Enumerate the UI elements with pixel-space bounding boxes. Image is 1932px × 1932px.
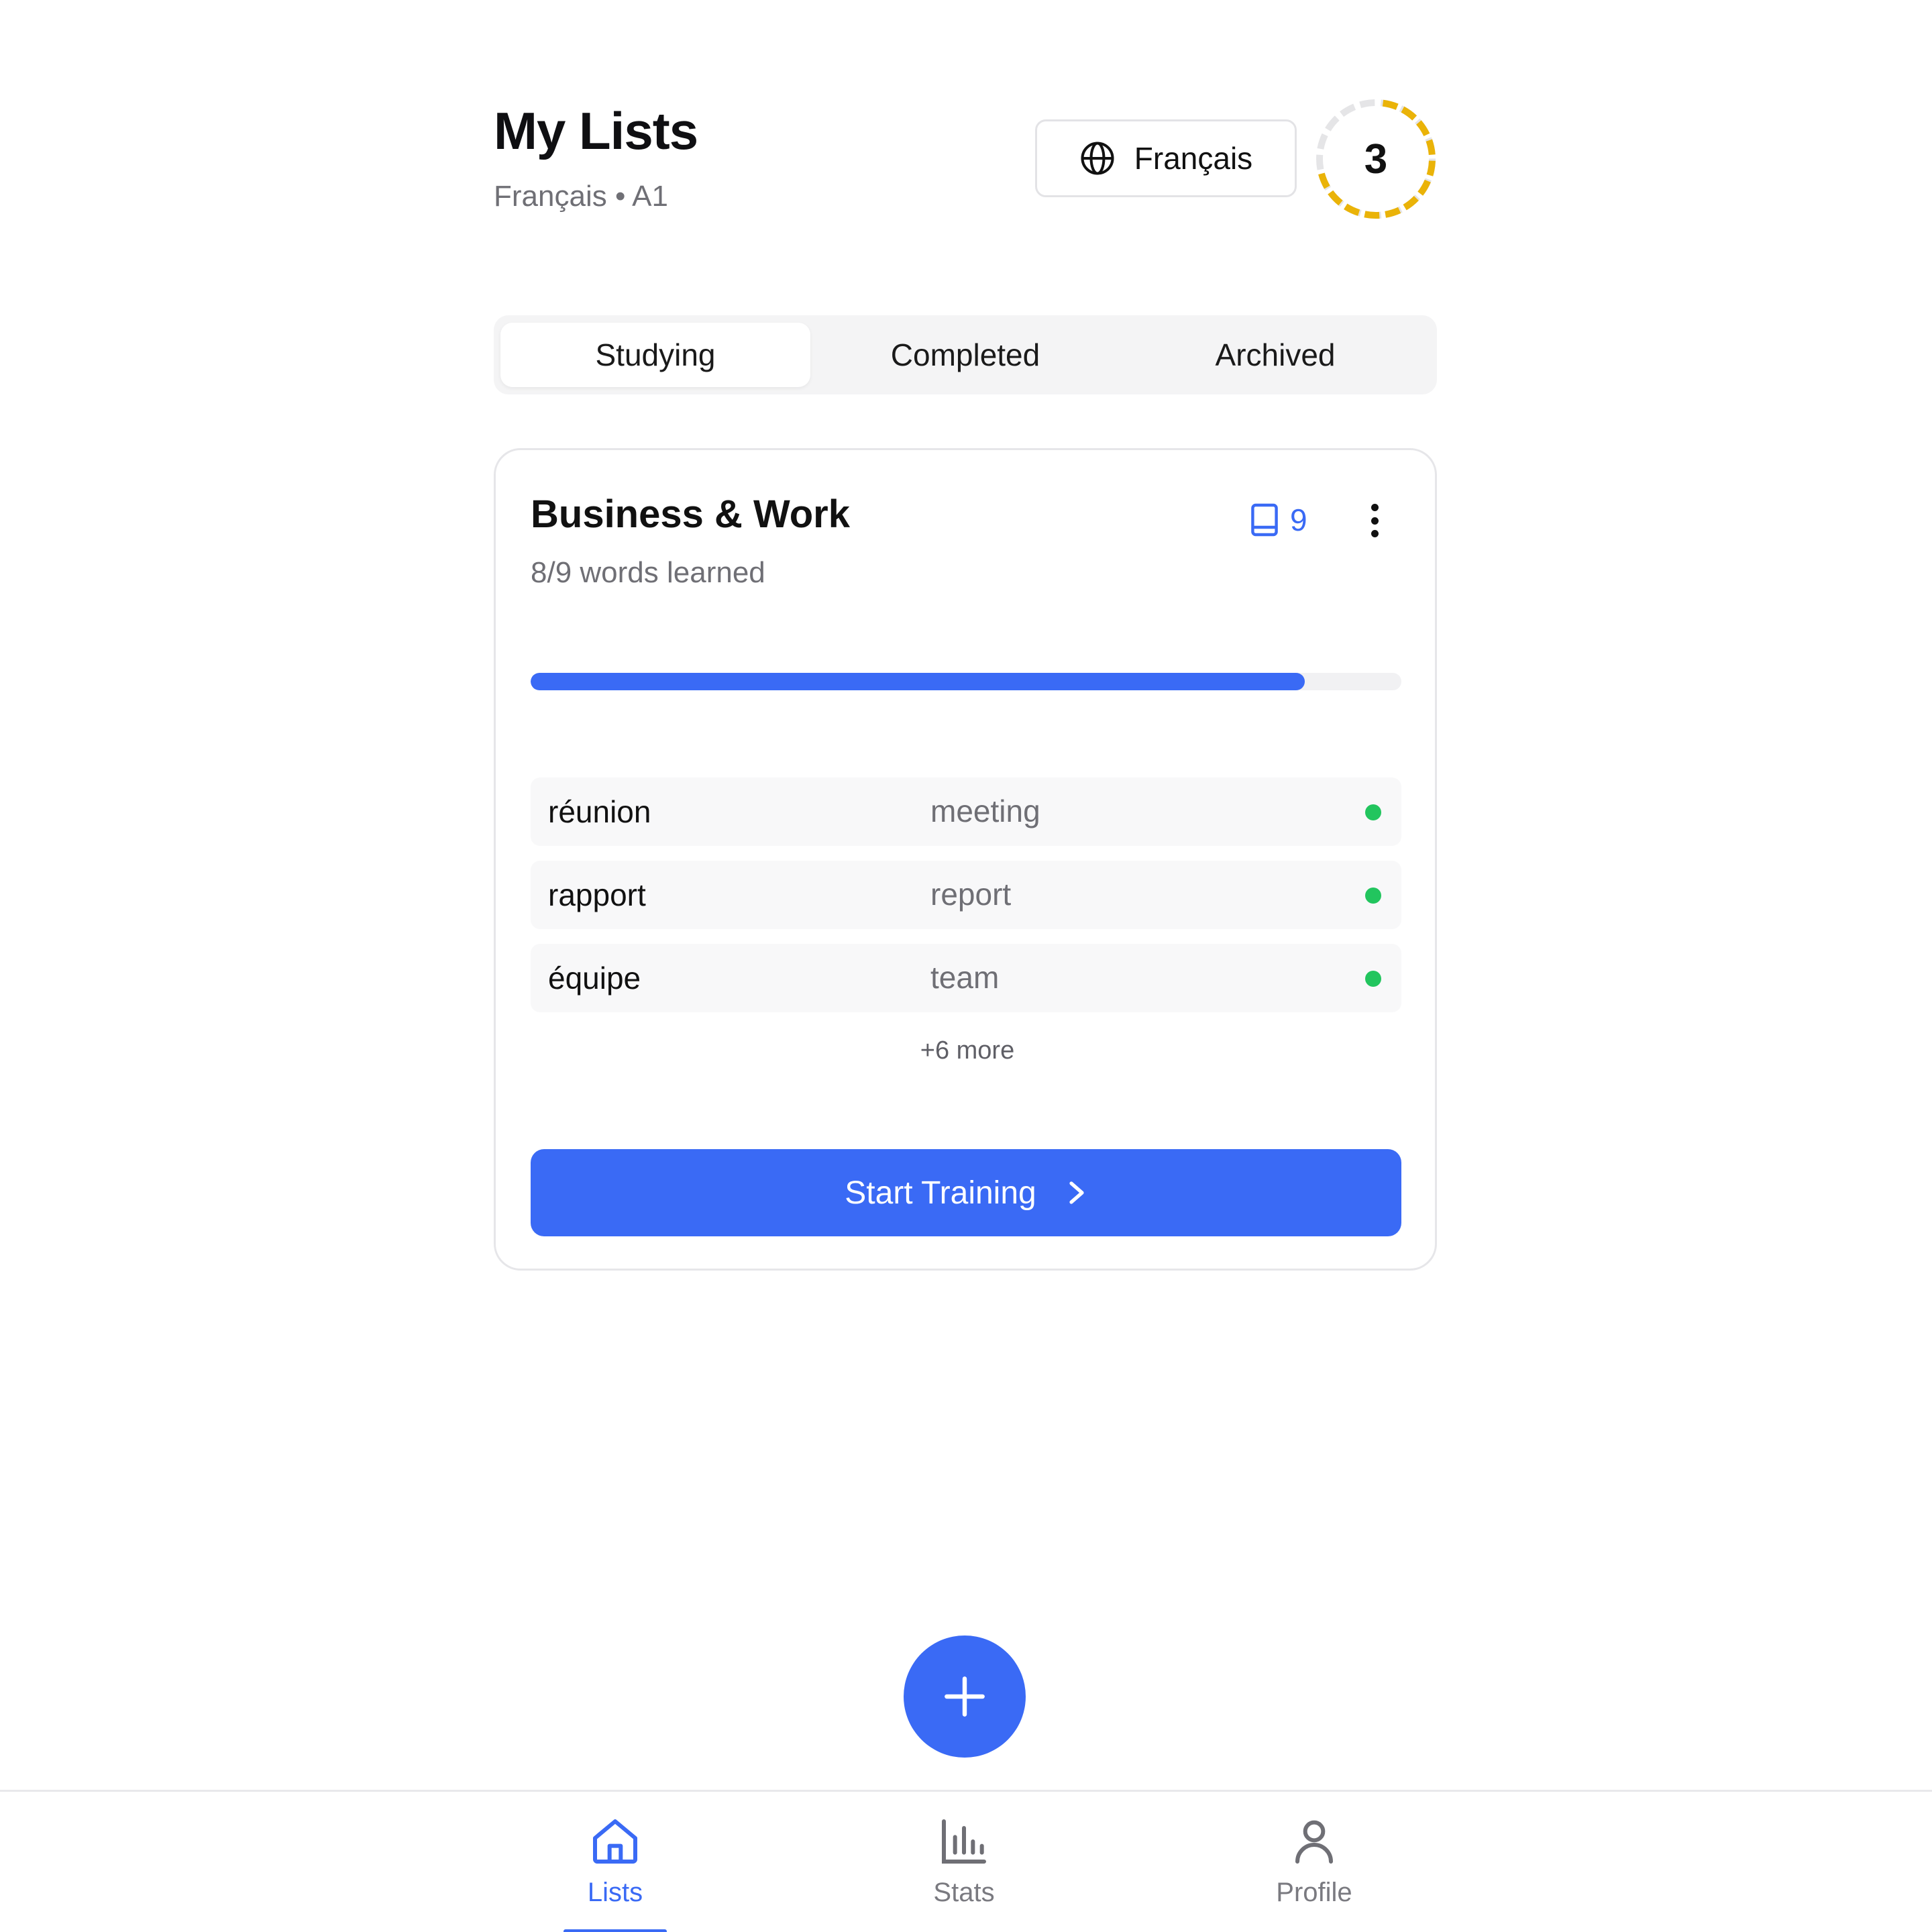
- globe-icon: [1081, 142, 1114, 175]
- word-translation: team: [930, 960, 1000, 995]
- learned-status-dot: [1365, 888, 1381, 904]
- nav-label-stats: Stats: [933, 1878, 995, 1907]
- start-training-button[interactable]: Start Training: [531, 1149, 1401, 1236]
- word-row[interactable]: équipe team: [531, 944, 1401, 1012]
- streak-count: 3: [1364, 136, 1388, 182]
- word-translation: meeting: [930, 794, 1040, 828]
- book-icon: [1251, 503, 1278, 537]
- language-label: Français: [1134, 141, 1253, 176]
- list-progress-text: 8/9 words learned: [531, 556, 765, 589]
- home-icon: [593, 1819, 637, 1864]
- progress-bar: [531, 673, 1401, 690]
- nav-label-lists: Lists: [587, 1878, 643, 1907]
- plus-icon: [945, 1676, 985, 1717]
- word-term: équipe: [548, 961, 641, 996]
- word-translation: report: [930, 877, 1012, 912]
- page-subtitle: Français • A1: [494, 180, 668, 213]
- user-icon: [1295, 1820, 1333, 1864]
- word-preview-list: réunion meeting rapport report équipe te…: [531, 777, 1401, 1027]
- more-options-icon[interactable]: [1361, 504, 1388, 537]
- nav-item-lists[interactable]: Lists: [515, 1792, 716, 1932]
- language-selector-button[interactable]: Français: [1035, 119, 1297, 197]
- word-count: 9: [1290, 502, 1307, 537]
- word-count-badge: 9: [1250, 500, 1307, 540]
- nav-label-profile: Profile: [1276, 1878, 1352, 1907]
- bar-chart-icon: [942, 1819, 986, 1864]
- word-list-card: Business & Work 8/9 words learned 9 réun…: [494, 448, 1437, 1271]
- start-training-label: Start Training: [845, 1175, 1036, 1211]
- app-screen: My Lists Français • A1 Français 3 Studyi…: [0, 0, 1932, 1932]
- word-row[interactable]: rapport report: [531, 861, 1401, 929]
- list-tabs: Studying Completed Archived: [494, 315, 1437, 394]
- progress-bar-fill: [531, 673, 1305, 690]
- word-row[interactable]: réunion meeting: [531, 777, 1401, 846]
- page-title: My Lists: [494, 101, 698, 160]
- nav-item-profile[interactable]: Profile: [1214, 1792, 1415, 1932]
- tab-studying[interactable]: Studying: [500, 323, 810, 387]
- list-title: Business & Work: [531, 492, 850, 536]
- learned-status-dot: [1365, 804, 1381, 820]
- more-words-link[interactable]: +6 more: [496, 1036, 1439, 1065]
- streak-indicator[interactable]: 3: [1312, 95, 1440, 223]
- word-term: réunion: [548, 794, 651, 829]
- active-tab-indicator: [564, 1929, 667, 1932]
- tab-completed[interactable]: Completed: [810, 323, 1120, 387]
- add-list-button[interactable]: [904, 1635, 1026, 1758]
- word-term: rapport: [548, 877, 646, 912]
- nav-item-stats[interactable]: Stats: [863, 1792, 1065, 1932]
- tab-archived[interactable]: Archived: [1120, 323, 1430, 387]
- learned-status-dot: [1365, 971, 1381, 987]
- chevron-right-icon: [1069, 1181, 1084, 1204]
- bottom-navigation: Lists Stats Profile: [0, 1790, 1932, 1932]
